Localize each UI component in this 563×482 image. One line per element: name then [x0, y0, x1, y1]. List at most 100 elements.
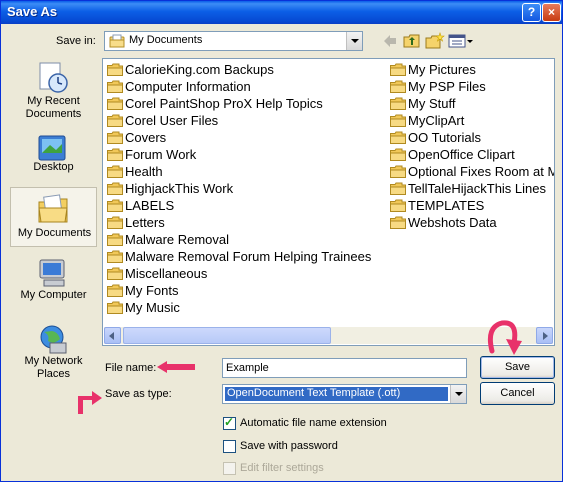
- my-computer-icon: [39, 259, 65, 287]
- network-places-icon: [40, 325, 67, 354]
- save-button[interactable]: Save: [480, 356, 555, 379]
- folder-icon: [390, 216, 406, 229]
- folder-icon: [107, 284, 123, 297]
- folder-name: Corel PaintShop ProX Help Topics: [125, 96, 323, 111]
- folder-name: Corel User Files: [125, 113, 219, 128]
- folder-item[interactable]: Health: [105, 163, 387, 180]
- folder-item[interactable]: Optional Fixes Room at M: [388, 163, 555, 180]
- new-folder-icon[interactable]: [425, 32, 445, 50]
- place-my-computer[interactable]: My Computer: [10, 253, 97, 323]
- folder-icon: [390, 199, 406, 212]
- folder-icon: [107, 165, 123, 178]
- folder-name: My Pictures: [408, 62, 476, 77]
- folder-icon: [107, 97, 123, 110]
- folder-item[interactable]: TEMPLATES: [388, 197, 554, 214]
- folder-icon: [107, 148, 123, 161]
- folder-icon: [107, 114, 123, 127]
- folder-icon: [390, 148, 406, 161]
- folder-icon: [107, 199, 123, 212]
- folder-name: Malware Removal: [125, 232, 230, 247]
- desktop-icon: [38, 135, 66, 161]
- folder-item[interactable]: Corel User Files: [105, 112, 387, 129]
- help-button[interactable]: ?: [522, 3, 541, 22]
- save-in-label: Save in:: [56, 35, 96, 47]
- folder-item[interactable]: CalorieKing.com Backups: [105, 61, 387, 78]
- folder-item[interactable]: My Stuff: [388, 95, 554, 112]
- file-column-1: CalorieKing.com Backups Computer Informat…: [105, 61, 387, 316]
- folder-item[interactable]: Forum Work: [105, 146, 387, 163]
- folder-icon: [107, 267, 123, 280]
- place-label: My Recent Documents: [25, 95, 82, 120]
- folder-name: My Fonts: [125, 283, 179, 298]
- folder-item[interactable]: Computer Information: [105, 78, 387, 95]
- views-menu-icon[interactable]: [448, 32, 474, 50]
- my-documents-small-icon: [109, 34, 125, 48]
- recent-documents-icon: [39, 62, 68, 93]
- folder-item[interactable]: TellTaleHijackThis Lines: [388, 180, 554, 197]
- folder-name: OpenOffice Clipart: [408, 147, 515, 162]
- folder-name: My Stuff: [408, 96, 456, 111]
- place-my-recent-documents[interactable]: My Recent Documents: [10, 57, 97, 127]
- folder-item[interactable]: Malware Removal: [105, 231, 387, 248]
- cancel-button[interactable]: Cancel: [480, 382, 555, 405]
- folder-item[interactable]: My Music: [105, 299, 387, 316]
- folder-name: CalorieKing.com Backups: [125, 62, 274, 77]
- folder-icon: [390, 182, 406, 195]
- folder-item[interactable]: OO Tutorials: [388, 129, 554, 146]
- place-my-documents[interactable]: My Documents: [10, 187, 97, 247]
- file-name-value: Example: [226, 362, 269, 374]
- close-button[interactable]: ×: [542, 3, 561, 22]
- scroll-right-icon[interactable]: [536, 327, 553, 344]
- folder-item[interactable]: My PSP Files: [388, 78, 554, 95]
- folder-name: Webshots Data: [408, 215, 497, 230]
- folder-name: Optional Fixes Room at M: [408, 164, 555, 179]
- folder-name: My Music: [125, 300, 180, 315]
- folder-item[interactable]: Letters: [105, 214, 387, 231]
- folder-item[interactable]: Miscellaneous: [105, 265, 387, 282]
- auto-extension-checkbox[interactable]: [223, 415, 236, 430]
- file-list[interactable]: CalorieKing.com Backups Computer Informat…: [102, 58, 555, 346]
- folder-item[interactable]: HighjackThis Work: [105, 180, 387, 197]
- folder-item[interactable]: LABELS: [105, 197, 387, 214]
- folder-name: Covers: [125, 130, 167, 145]
- folder-icon: [107, 233, 123, 246]
- auto-extension-label: Automatic file name extension: [240, 417, 387, 429]
- save-as-type-label: Save as type:: [105, 388, 172, 400]
- save-as-type-dropdown[interactable]: OpenDocument Text Template (.ott): [222, 384, 467, 404]
- file-column-2: My Pictures My PSP Files My Stuff MyClipArt…: [388, 61, 555, 231]
- folder-item[interactable]: Covers: [105, 129, 387, 146]
- title-bar[interactable]: Save As ? ×: [1, 1, 562, 24]
- save-in-dropdown[interactable]: My Documents: [104, 31, 363, 51]
- folder-name: Malware Removal Forum Helping Trainees: [125, 249, 372, 264]
- folder-icon: [107, 301, 123, 314]
- scroll-left-icon[interactable]: [104, 327, 121, 344]
- pointer-arrow-bent-icon: [78, 391, 102, 414]
- up-folder-icon[interactable]: [403, 32, 421, 50]
- save-password-checkbox[interactable]: [223, 440, 236, 453]
- folder-name: Computer Information: [125, 79, 251, 94]
- chevron-down-icon[interactable]: [450, 385, 466, 403]
- edit-filter-label: Edit filter settings: [240, 462, 324, 474]
- place-label: Desktop: [33, 161, 74, 173]
- pointer-arrow-curved-icon: [487, 320, 522, 355]
- place-my-network-places[interactable]: My Network Places: [10, 319, 97, 389]
- folder-item[interactable]: OpenOffice Clipart: [388, 146, 554, 163]
- file-name-label: File name:: [105, 362, 157, 374]
- folder-name: LABELS: [125, 198, 175, 213]
- folder-item[interactable]: MyClipArt: [388, 112, 554, 129]
- scrollbar-thumb[interactable]: [123, 327, 331, 344]
- folder-icon: [390, 63, 406, 76]
- folder-item[interactable]: Webshots Data: [388, 214, 554, 231]
- folder-name: Forum Work: [125, 147, 197, 162]
- chevron-down-icon[interactable]: [346, 32, 362, 50]
- folder-icon: [107, 63, 123, 76]
- file-name-input[interactable]: Example: [222, 358, 467, 378]
- folder-item[interactable]: My Pictures: [388, 61, 554, 78]
- folder-item[interactable]: Malware Removal Forum Helping Trainees: [105, 248, 387, 265]
- folder-item[interactable]: Corel PaintShop ProX Help Topics: [105, 95, 387, 112]
- back-icon[interactable]: [382, 32, 398, 50]
- folder-icon: [390, 165, 406, 178]
- folder-name: MyClipArt: [408, 113, 465, 128]
- folder-item[interactable]: My Fonts: [105, 282, 387, 299]
- folder-name: My PSP Files: [408, 79, 486, 94]
